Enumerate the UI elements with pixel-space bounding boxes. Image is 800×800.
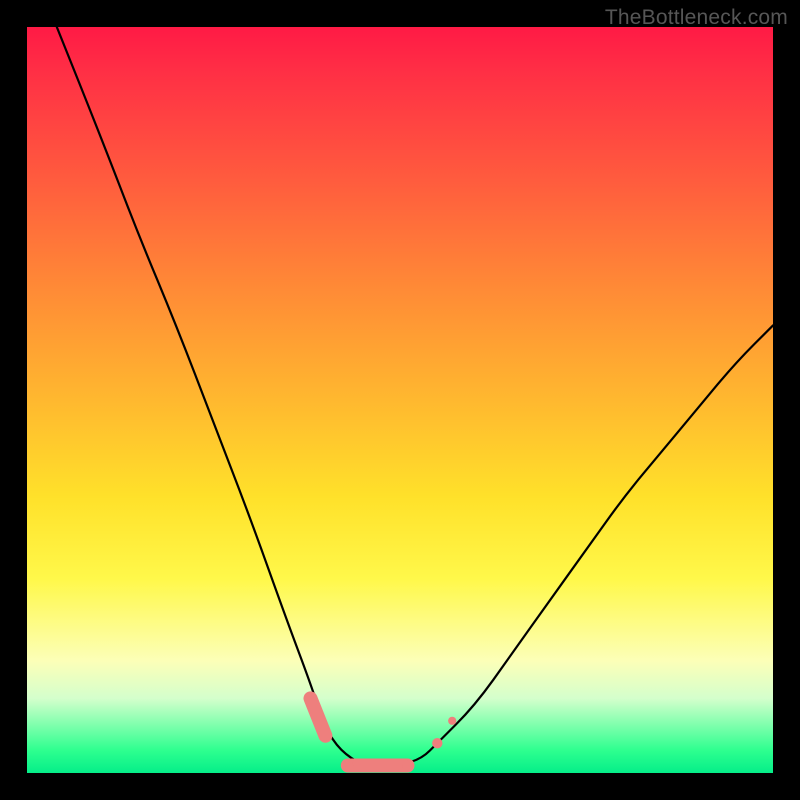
chart-frame: TheBottleneck.com	[0, 0, 800, 800]
plot-area	[27, 27, 773, 773]
marker-dot-floor-right	[402, 760, 413, 771]
marker-dot-right-upper	[448, 717, 456, 725]
marker-dot-right	[432, 738, 442, 748]
marker-group	[311, 698, 457, 771]
marker-pill-left	[311, 698, 326, 735]
curve-layer	[27, 27, 773, 773]
marker-dot-floor-left	[342, 760, 353, 771]
bottleneck-curve-path	[57, 27, 773, 766]
